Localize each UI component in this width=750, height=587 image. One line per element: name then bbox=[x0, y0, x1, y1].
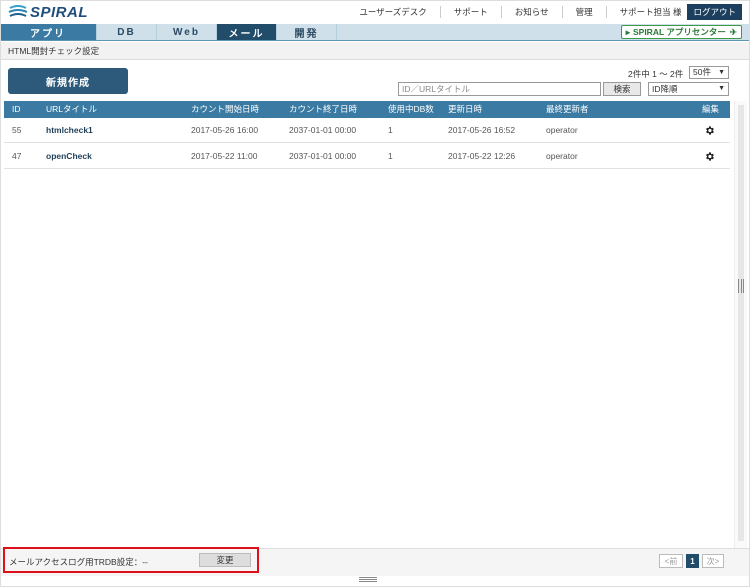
sort-select[interactable]: ID降順 ▼ bbox=[648, 82, 729, 96]
table-row[interactable]: 55 htmlcheck1 2017-05-26 16:00 2037-01-0… bbox=[4, 118, 730, 143]
cell-updated: 2017-05-26 16:52 bbox=[448, 125, 516, 135]
cell-updated: 2017-05-22 12:26 bbox=[448, 151, 516, 161]
rocket-icon: ✈ bbox=[729, 26, 737, 37]
side-resize-handle-mid bbox=[741, 279, 742, 293]
cell-db-count: 1 bbox=[388, 125, 393, 135]
new-create-button[interactable]: 新規作成 bbox=[8, 68, 128, 94]
cell-end: 2037-01-01 00:00 bbox=[289, 151, 357, 161]
logo-text: SPIRAL bbox=[30, 3, 89, 21]
link-support[interactable]: サポート bbox=[441, 6, 502, 18]
main-nav: アプリ DB Web メール 開発 ▸ SPIRAL アプリセンター ✈ bbox=[0, 24, 750, 41]
next-page-button[interactable]: 次> bbox=[702, 554, 724, 568]
vertical-scrollbar[interactable] bbox=[734, 101, 747, 548]
result-count: 2件中 1 ～ 2件 bbox=[628, 69, 684, 79]
gear-icon[interactable] bbox=[704, 125, 715, 136]
cell-end: 2037-01-01 00:00 bbox=[289, 125, 357, 135]
app-center-button[interactable]: ▸ SPIRAL アプリセンター ✈ bbox=[620, 25, 742, 39]
per-page-select[interactable]: 50件 ▼ bbox=[689, 66, 729, 79]
cell-title[interactable]: htmlcheck1 bbox=[46, 118, 93, 143]
col-updater[interactable]: 最終更新者 bbox=[546, 101, 589, 118]
logout-button[interactable]: ログアウト bbox=[687, 4, 742, 20]
cell-id: 47 bbox=[12, 151, 22, 161]
spiral-logo-icon bbox=[8, 5, 28, 17]
app-center-arrow-icon: ▸ bbox=[625, 26, 630, 37]
link-users-desk[interactable]: ユーザーズデスク bbox=[346, 6, 441, 18]
cell-start: 2017-05-26 16:00 bbox=[191, 125, 259, 135]
col-url-title[interactable]: URLタイトル bbox=[46, 101, 97, 118]
highlight-box bbox=[3, 547, 259, 573]
chevron-down-icon: ▼ bbox=[718, 69, 725, 76]
chevron-down-icon: ▼ bbox=[718, 85, 725, 92]
col-updated[interactable]: 更新日時 bbox=[448, 101, 482, 118]
table-row[interactable]: 47 openCheck 2017-05-22 11:00 2037-01-01… bbox=[4, 144, 730, 169]
breadcrumb: HTML開封チェック設定 bbox=[0, 42, 750, 60]
cell-id: 55 bbox=[12, 125, 22, 135]
cell-updater: operator bbox=[546, 125, 578, 135]
cell-db-count: 1 bbox=[388, 151, 393, 161]
col-start[interactable]: カウント開始日時 bbox=[191, 101, 259, 118]
app-center-label: SPIRAL アプリセンター bbox=[632, 27, 726, 37]
top-header: SPIRAL ユーザーズデスク サポート お知らせ 管理 サポート担当 様 ログ… bbox=[0, 0, 750, 24]
gear-icon[interactable] bbox=[704, 151, 715, 162]
search-button[interactable]: 検索 bbox=[603, 82, 641, 96]
link-news[interactable]: お知らせ bbox=[502, 6, 563, 18]
tab-app[interactable]: アプリ bbox=[0, 24, 97, 40]
search-input[interactable]: ID／URLタイトル bbox=[398, 82, 601, 96]
prev-page-button[interactable]: <前 bbox=[659, 554, 683, 568]
per-page-value: 50件 bbox=[693, 67, 711, 77]
table-header: ID URLタイトル カウント開始日時 カウント終了日時 使用中DB数 更新日時… bbox=[4, 101, 730, 118]
cell-start: 2017-05-22 11:00 bbox=[191, 151, 258, 161]
user-name: サポート担当 様 bbox=[619, 7, 682, 17]
bottom-resize-handle-mid bbox=[359, 579, 377, 580]
sort-value: ID降順 bbox=[652, 84, 678, 94]
tab-dev[interactable]: 開発 bbox=[277, 24, 337, 40]
top-links: ユーザーズデスク サポート お知らせ 管理 サポート担当 様 ログアウト bbox=[346, 4, 742, 20]
tab-web[interactable]: Web bbox=[157, 24, 217, 40]
tab-mail[interactable]: メール bbox=[217, 24, 277, 40]
col-id[interactable]: ID bbox=[12, 101, 21, 118]
col-edit: 編集 bbox=[702, 104, 720, 114]
col-end[interactable]: カウント終了日時 bbox=[289, 101, 357, 118]
cell-title[interactable]: openCheck bbox=[46, 144, 92, 169]
current-page[interactable]: 1 bbox=[686, 554, 699, 568]
link-admin[interactable]: 管理 bbox=[563, 6, 607, 18]
scrollbar-track[interactable] bbox=[738, 105, 744, 541]
col-db-count[interactable]: 使用中DB数 bbox=[388, 101, 434, 118]
spiral-logo[interactable]: SPIRAL bbox=[8, 3, 89, 21]
tab-db[interactable]: DB bbox=[97, 24, 157, 40]
cell-updater: operator bbox=[546, 151, 578, 161]
